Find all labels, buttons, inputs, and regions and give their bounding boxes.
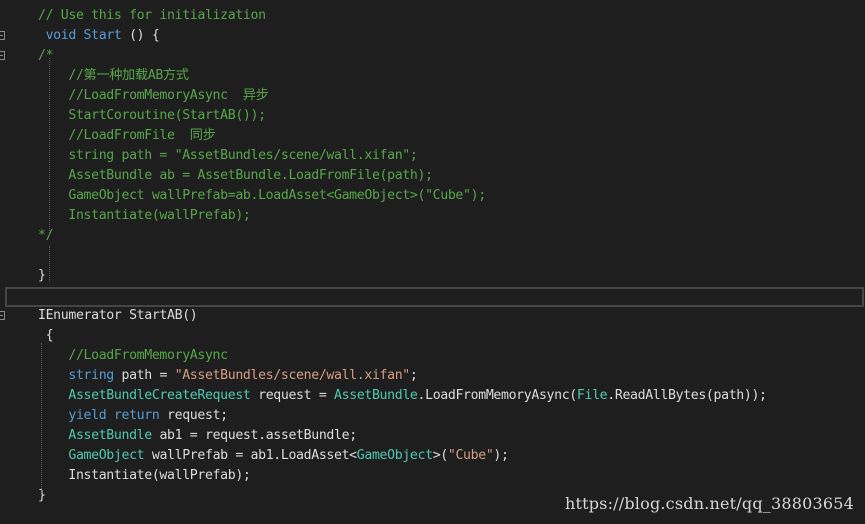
code-line[interactable]: AssetBundle ab1 = request.assetBundle; [38, 426, 357, 446]
code-token-comment: //LoadFromFile 同步 [38, 128, 216, 143]
code-token-plain: Instantiate(wallPrefab); [38, 468, 251, 483]
code-line[interactable]: Instantiate(wallPrefab); [38, 206, 251, 226]
code-line[interactable]: GameObject wallPrefab=ab.LoadAsset<GameO… [38, 186, 486, 206]
code-line[interactable]: AssetBundle ab = AssetBundle.LoadFromFil… [38, 166, 433, 186]
fold-marker[interactable] [0, 51, 5, 60]
code-token-plain: IEnumerator StartAB() [38, 308, 198, 323]
code-token-plain: .ReadAllBytes(path)); [607, 388, 767, 403]
code-line[interactable]: StartCoroutine(StartAB()); [38, 106, 266, 126]
indent-guide [49, 246, 50, 282]
code-token-keyword: void [45, 28, 77, 43]
code-token-plain: ab1 = request.assetBundle; [151, 428, 357, 443]
current-line-highlight [5, 287, 864, 307]
code-token-plain: () { [121, 28, 160, 43]
code-line[interactable]: AssetBundleCreateRequest request = Asset… [38, 386, 767, 406]
code-line[interactable]: //LoadFromMemoryAsync 异步 [38, 86, 269, 106]
code-token-plain: request; [159, 408, 228, 423]
code-token-comment: // Use this for initialization [38, 8, 266, 23]
code-token-type: GameObject [68, 448, 145, 463]
code-token-keyword: return [113, 408, 160, 423]
code-token-plain: wallPrefab = ab1.LoadAsset< [144, 448, 357, 463]
fold-marker[interactable] [0, 31, 5, 40]
code-token-comment: string path = "AssetBundles/scene/wall.x… [38, 148, 418, 163]
indent-guide [49, 58, 50, 235]
code-line[interactable]: IEnumerator StartAB() [38, 306, 198, 326]
code-token-comment: //第一种加载AB方式 [38, 68, 189, 83]
code-token-comment: /* [38, 48, 54, 63]
code-token-comment: GameObject wallPrefab=ab.LoadAsset<GameO… [38, 188, 486, 203]
code-line[interactable]: //LoadFromMemoryAsync [38, 346, 228, 366]
code-line[interactable]: //LoadFromFile 同步 [38, 126, 215, 146]
code-line[interactable]: */ [38, 226, 54, 246]
code-line[interactable]: GameObject wallPrefab = ab1.LoadAsset<Ga… [38, 446, 509, 466]
code-token-string: "AssetBundles/scene/wall.xifan" [174, 368, 411, 383]
code-token-plain: ; [409, 368, 418, 383]
indent-guide [41, 343, 42, 495]
watermark-url: https://blog.csdn.net/qq_38803654 [564, 494, 854, 513]
code-token-plain: } [38, 268, 46, 283]
code-token-type: AssetBundle [68, 428, 152, 443]
code-line[interactable]: yield return request; [38, 406, 228, 426]
code-line[interactable]: string path = "AssetBundles/scene/wall.x… [38, 366, 418, 386]
code-token-plain: { [38, 328, 54, 343]
code-token-comment: StartCoroutine(StartAB()); [38, 108, 266, 123]
code-token-comment: AssetBundle ab = AssetBundle.LoadFromFil… [38, 168, 433, 183]
code-line[interactable]: } [38, 266, 46, 286]
code-token-plain: >( [432, 448, 449, 463]
code-line[interactable]: /* [38, 46, 54, 66]
fold-marker[interactable] [0, 311, 5, 320]
code-token-type: AssetBundle [334, 388, 418, 403]
code-line[interactable]: Instantiate(wallPrefab); [38, 466, 251, 486]
code-line[interactable]: string path = "AssetBundles/scene/wall.x… [38, 146, 417, 166]
code-token-type: GameObject [356, 448, 433, 463]
code-line[interactable]: //第一种加载AB方式 [38, 66, 189, 86]
code-token-comment: //LoadFromMemoryAsync [68, 348, 228, 363]
code-token-type: AssetBundleCreateRequest [68, 388, 251, 403]
code-token-plain: .LoadFromMemoryAsync( [417, 388, 578, 403]
code-token-keyword: yield [68, 408, 107, 423]
code-token-plain: request = [250, 388, 335, 403]
code-token-comment: //LoadFromMemoryAsync 异步 [38, 88, 269, 103]
code-line[interactable]: void Start () { [38, 26, 160, 46]
code-token-plain: ); [493, 448, 509, 463]
code-token-plain: path = [113, 368, 175, 383]
code-token-string: "Cube" [447, 448, 494, 463]
code-line[interactable]: // Use this for initialization [38, 6, 266, 26]
code-token-type: File [576, 388, 608, 403]
code-token-keyword: Start [83, 28, 122, 43]
code-token-comment: Instantiate(wallPrefab); [38, 208, 251, 223]
code-token-keyword: string [68, 368, 114, 383]
code-editor[interactable]: // Use this for initialization void Star… [0, 0, 865, 524]
code-token-comment: */ [38, 228, 54, 243]
